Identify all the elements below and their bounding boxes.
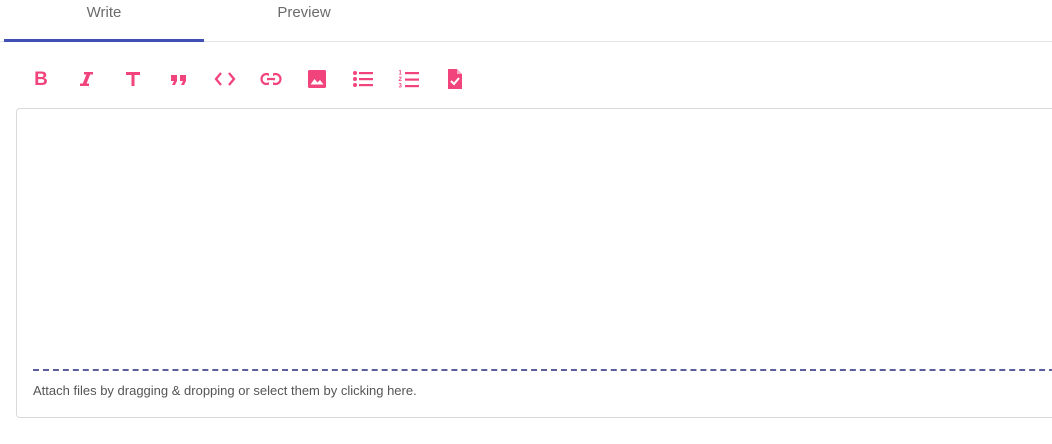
file-check-icon: [448, 69, 462, 89]
quote-button[interactable]: [162, 62, 196, 96]
editor-textarea[interactable]: [17, 109, 1052, 367]
bulleted-list-button[interactable]: [346, 62, 380, 96]
image-icon: [308, 70, 326, 88]
italic-button[interactable]: [70, 62, 104, 96]
editor-tabs: Write Preview: [0, 0, 1052, 42]
svg-text:1: 1: [399, 71, 403, 77]
numbered-list-button[interactable]: 1 2 3: [392, 62, 426, 96]
file-dropzone[interactable]: Attach files by dragging & dropping or s…: [33, 369, 1052, 419]
bold-icon: B: [34, 68, 48, 90]
svg-text:3: 3: [399, 84, 403, 90]
attach-files-hint: Attach files by dragging & dropping or s…: [33, 383, 417, 398]
code-button[interactable]: [208, 62, 242, 96]
image-button[interactable]: [300, 62, 334, 96]
code-icon: [214, 72, 236, 86]
link-icon: [260, 72, 282, 86]
tab-write[interactable]: Write: [4, 0, 204, 42]
quote-icon: [171, 75, 186, 85]
numbered-list-icon: 1 2 3: [399, 71, 419, 90]
bold-button[interactable]: B: [24, 62, 58, 96]
tab-preview[interactable]: Preview: [204, 0, 404, 41]
checklist-button[interactable]: [438, 62, 472, 96]
link-button[interactable]: [254, 62, 288, 96]
heading-button[interactable]: [116, 62, 150, 96]
formatting-toolbar: B 1 2 3: [24, 62, 484, 96]
markdown-editor: Attach files by dragging & dropping or s…: [16, 108, 1052, 418]
heading-icon: [126, 72, 140, 86]
svg-text:2: 2: [399, 77, 403, 83]
italic-icon: [80, 72, 93, 86]
bulleted-list-icon: [353, 71, 373, 87]
